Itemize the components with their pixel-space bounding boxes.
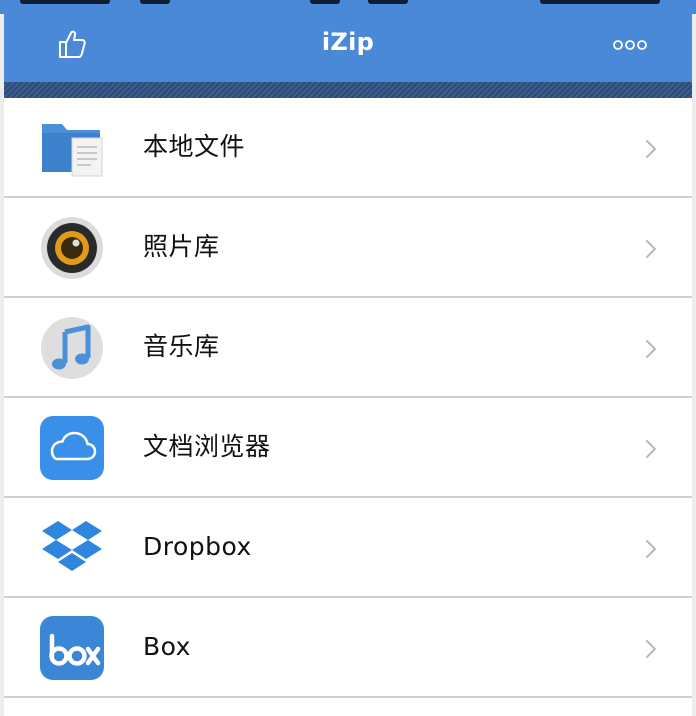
icloud-icon: [40, 416, 104, 480]
list-item-label: 照片库: [143, 232, 220, 261]
list-item-local-files[interactable]: 本地文件: [4, 98, 692, 198]
list-item-photo-library[interactable]: 照片库: [4, 198, 692, 298]
list-item-label: 本地文件: [143, 132, 246, 161]
list-item-partial: [4, 698, 692, 716]
navigation-bar: iZip: [4, 8, 692, 82]
list-item-music-library[interactable]: 音乐库: [4, 298, 692, 398]
source-list: 本地文件 照片库 音乐库 文档浏览器 Dropbox Box: [4, 98, 692, 716]
dropbox-icon: [42, 521, 102, 571]
box-icon: [40, 616, 104, 680]
list-item-dropbox[interactable]: Dropbox: [4, 498, 692, 598]
chevron-right-icon: [646, 140, 656, 158]
app-screen: iZip 本地文件 照片库 音乐库 文档浏览器 Dropbox Box: [0, 0, 696, 716]
camera-icon: [41, 217, 103, 279]
chevron-right-icon: [646, 340, 656, 358]
list-item-label: Dropbox: [143, 532, 252, 561]
list-item-document-browser[interactable]: 文档浏览器: [4, 398, 692, 498]
folder-icon: [42, 124, 103, 177]
page-title: iZip: [321, 28, 375, 56]
chevron-right-icon: [646, 540, 656, 558]
list-item-label: 音乐库: [143, 332, 220, 361]
list-item-label: 文档浏览器: [143, 432, 271, 461]
list-item-label: Box: [143, 632, 191, 661]
chevron-right-icon: [646, 640, 656, 658]
more-icon[interactable]: [611, 35, 649, 55]
chevron-right-icon: [646, 440, 656, 458]
music-icon: [41, 317, 103, 379]
navbar-shadow-stripe: [4, 82, 692, 98]
list-item-box[interactable]: Box: [4, 598, 692, 698]
chevron-right-icon: [646, 240, 656, 258]
